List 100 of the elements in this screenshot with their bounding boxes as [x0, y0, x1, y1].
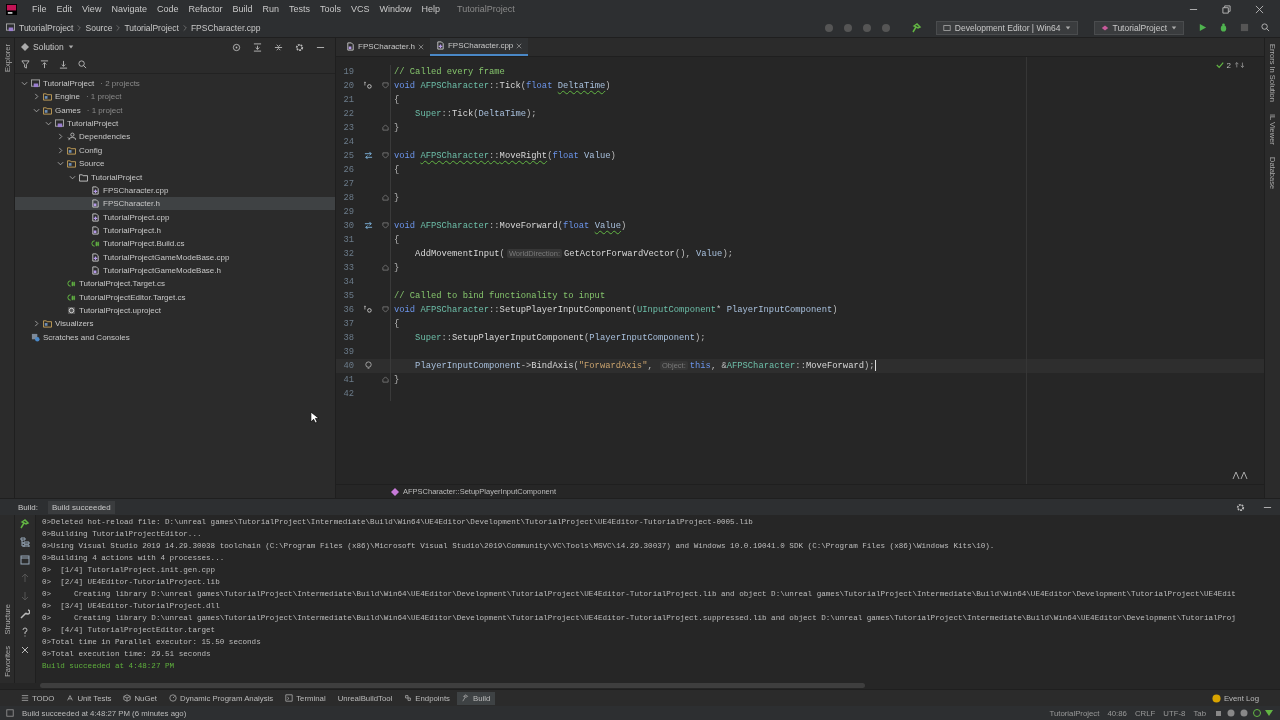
pin-up-icon[interactable]: [40, 60, 49, 70]
menu-item[interactable]: View: [77, 4, 107, 15]
window-title: TutorialProject: [457, 4, 515, 15]
search-icon[interactable]: [78, 60, 87, 70]
check-icon[interactable]: [1215, 61, 1224, 70]
close-icon[interactable]: [1255, 5, 1264, 14]
chevron-icon[interactable]: [33, 320, 40, 328]
breadcrumb-item[interactable]: TutorialProject: [19, 22, 74, 33]
menu-item[interactable]: VCS: [346, 4, 375, 15]
tree-item[interactable]: Engine · 1 project: [15, 90, 335, 104]
search-icon[interactable]: [1261, 23, 1270, 33]
run-configuration-dropdown[interactable]: TutorialProject: [1093, 20, 1184, 35]
debug-icon[interactable]: [1219, 23, 1228, 33]
chevron-icon[interactable]: [57, 133, 64, 141]
build-tab[interactable]: Build succeeded: [48, 500, 115, 514]
tree-item[interactable]: TutorialProject.Target.cs: [15, 277, 335, 291]
filter-icon[interactable]: [21, 60, 30, 70]
chevron-icon[interactable]: [21, 80, 28, 88]
up-down-arrows-icon[interactable]: [1234, 61, 1246, 70]
menu-item[interactable]: Window: [374, 4, 417, 15]
chevron-icon[interactable]: [57, 160, 64, 168]
tree-item[interactable]: Dependencies: [15, 130, 335, 144]
tree-item[interactable]: TutorialProjectGameModeBase.cpp: [15, 250, 335, 264]
solution-dropdown[interactable]: Solution: [33, 42, 64, 53]
tree-item[interactable]: Config: [15, 143, 335, 157]
collapse-all-icon[interactable]: [274, 42, 283, 52]
tree-item[interactable]: TutorialProject.uproject: [15, 303, 335, 318]
code-line: void AFPSCharacter::SetupPlayerInputComponent(UInputComponent* PlayerInputComponent): [394, 304, 838, 315]
file-icon: [346, 42, 355, 52]
file-icon: [91, 265, 100, 275]
line-number: 23: [342, 122, 354, 133]
caret-icon: [1064, 24, 1071, 31]
chevron-icon[interactable]: [33, 93, 40, 101]
tree-item[interactable]: TutorialProjectEditor.Target.cs: [15, 290, 335, 304]
tree-item[interactable]: FPSCharacter.cpp: [15, 183, 335, 198]
editor-tab[interactable]: FPSCharacter.h: [340, 37, 430, 56]
menu-item[interactable]: Tools: [315, 4, 346, 15]
hammer-icon[interactable]: [911, 22, 922, 33]
settings-icon[interactable]: [295, 42, 304, 52]
line-number: 22: [342, 108, 354, 119]
breadcrumb-item[interactable]: FPSCharacter.cpp: [190, 22, 261, 33]
help-icon[interactable]: [20, 627, 30, 638]
chevron-icon[interactable]: [57, 146, 64, 154]
notification-icon: [1211, 693, 1221, 703]
wrench-icon[interactable]: [20, 609, 30, 620]
tree-item[interactable]: Source: [15, 157, 335, 171]
panel-title: Build:: [18, 502, 38, 512]
menu-item[interactable]: Refactor: [183, 4, 228, 15]
scratch-icon: [31, 332, 40, 342]
swap-arrows-icon[interactable]: [363, 221, 373, 231]
menu-item[interactable]: Navigate: [106, 4, 152, 15]
window-icon[interactable]: [6, 709, 14, 717]
caret-icon[interactable]: [67, 44, 74, 51]
people-icon: [67, 132, 76, 142]
close-icon[interactable]: [417, 43, 424, 50]
swap-arrows-icon[interactable]: [363, 151, 373, 161]
target-icon[interactable]: [232, 42, 241, 52]
menu-item[interactable]: File: [27, 4, 52, 15]
tree-item[interactable]: FPSCharacter.h: [15, 197, 335, 211]
chevron-icon[interactable]: [45, 120, 52, 128]
project-icon: [6, 23, 15, 33]
run-icon[interactable]: [1198, 23, 1207, 33]
menu-item[interactable]: Run: [257, 4, 284, 15]
hammer-icon[interactable]: [20, 519, 30, 530]
menu-item[interactable]: Tests: [284, 4, 315, 15]
app-logo-icon: [6, 4, 17, 15]
menu-item[interactable]: Code: [151, 4, 184, 15]
override-icon[interactable]: [363, 305, 373, 315]
window-icon[interactable]: [20, 555, 30, 566]
line-number: 34: [342, 276, 354, 287]
tree-item[interactable]: Visualizers: [15, 317, 335, 331]
code-line: {: [394, 164, 400, 175]
tree-item[interactable]: TutorialProject · 2 projects: [15, 76, 335, 91]
close-icon[interactable]: [20, 645, 30, 656]
override-icon[interactable]: [363, 81, 373, 91]
tree-item[interactable]: TutorialProject.Build.cs: [15, 237, 335, 251]
menu-item[interactable]: Edit: [51, 4, 78, 15]
tree-item[interactable]: TutorialProject: [15, 116, 335, 131]
close-icon[interactable]: [516, 42, 523, 49]
tree-item[interactable]: Games · 1 project: [15, 103, 335, 117]
configuration-dropdown[interactable]: Development Editor | Win64: [935, 20, 1078, 35]
chevron-icon[interactable]: [69, 173, 76, 181]
breadcrumb-item[interactable]: Source: [85, 22, 113, 33]
lightbulb-icon[interactable]: [363, 361, 373, 371]
maximize-icon[interactable]: [1222, 5, 1231, 14]
tree-item[interactable]: Scratches and Consoles: [15, 330, 335, 344]
reader-mode-icon[interactable]: [1232, 470, 1248, 481]
expand-all-icon[interactable]: [253, 42, 262, 52]
menu-item[interactable]: Build: [227, 4, 258, 15]
tree-item[interactable]: TutorialProject.cpp: [15, 210, 335, 224]
settings-icon[interactable]: [1236, 502, 1245, 512]
pin-down-icon[interactable]: [59, 60, 68, 70]
breadcrumb-item[interactable]: TutorialProject: [124, 22, 179, 33]
chevron-icon[interactable]: [33, 106, 40, 114]
tree-item[interactable]: TutorialProjectGameModeBase.h: [15, 263, 335, 278]
tree-view-icon[interactable]: [20, 537, 30, 548]
file-icon: [91, 225, 100, 235]
tree-item[interactable]: TutorialProject: [15, 170, 335, 184]
tree-item[interactable]: TutorialProject.h: [15, 223, 335, 238]
menu-item[interactable]: Help: [416, 4, 446, 15]
